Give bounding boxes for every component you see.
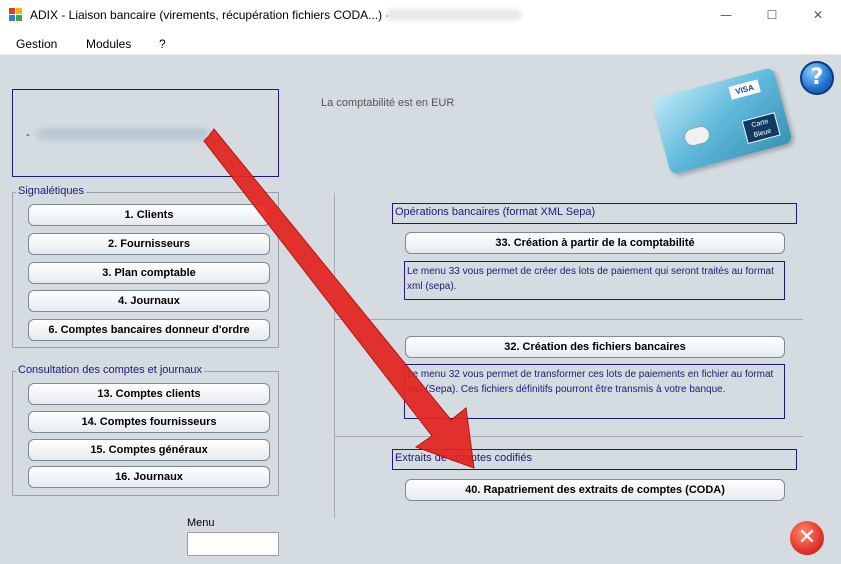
vertical-separator xyxy=(334,193,335,518)
menu32-description: Le menu 32 vous permet de transformer ce… xyxy=(404,364,785,419)
credit-card-icon: VISA Carte Bleue xyxy=(651,67,793,175)
close-icon[interactable]: ✕ xyxy=(790,521,824,555)
menu-label: Menu xyxy=(187,517,215,529)
window-title: ADIX - Liaison bancaire (virements, récu… xyxy=(30,8,390,22)
rapatriement-coda-button[interactable]: 40. Rapatriement des extraits de comptes… xyxy=(405,479,785,501)
comptes-generaux-button[interactable]: 15. Comptes généraux xyxy=(28,439,270,461)
carte-bleue-logo: Carte Bleue xyxy=(741,112,781,145)
maximize-button[interactable]: ☐ xyxy=(749,0,795,31)
window-close-button[interactable]: ✕ xyxy=(795,0,841,31)
menu-bar: Gestion Modules ? xyxy=(0,31,841,55)
extraits-title: Extraits de comptes codifiés xyxy=(392,449,797,470)
help-icon[interactable]: ? xyxy=(800,61,834,95)
journaux-button[interactable]: 4. Journaux xyxy=(28,290,270,312)
redacted-title-suffix xyxy=(386,9,522,21)
creation-comptabilite-button[interactable]: 33. Création à partir de la comptabilité xyxy=(405,232,785,254)
operations-title: Opérations bancaires (format XML Sepa) xyxy=(392,203,797,224)
comptes-bancaires-button[interactable]: 6. Comptes bancaires donneur d'ordre xyxy=(28,319,270,341)
menu-modules[interactable]: Modules xyxy=(86,37,131,51)
section-separator-2 xyxy=(335,436,803,437)
card-chip-icon xyxy=(682,123,712,149)
company-dash: - xyxy=(26,129,30,141)
redacted-company-name xyxy=(37,128,209,140)
company-info-box: - xyxy=(12,89,279,177)
comptes-fournisseurs-button[interactable]: 14. Comptes fournisseurs xyxy=(28,411,270,433)
signaletiques-title: Signalétiques xyxy=(16,185,87,197)
minimize-button[interactable]: — xyxy=(703,0,749,31)
creation-fichiers-button[interactable]: 32. Création des fichiers bancaires xyxy=(405,336,785,358)
consultation-title: Consultation des comptes et journaux xyxy=(16,364,205,376)
currency-info: La comptabilité est en EUR xyxy=(321,97,455,109)
section-separator-1 xyxy=(335,319,803,320)
clients-button[interactable]: 1. Clients xyxy=(28,204,270,226)
plan-comptable-button[interactable]: 3. Plan comptable xyxy=(28,262,270,284)
menu33-description: Le menu 33 vous permet de créer des lots… xyxy=(404,261,785,300)
app-icon xyxy=(9,8,23,22)
menu-help[interactable]: ? xyxy=(159,37,166,51)
title-bar: ADIX - Liaison bancaire (virements, récu… xyxy=(0,0,841,31)
menu-gestion[interactable]: Gestion xyxy=(16,37,57,51)
consultation-journaux-button[interactable]: 16. Journaux xyxy=(28,466,270,488)
comptes-clients-button[interactable]: 13. Comptes clients xyxy=(28,383,270,405)
fournisseurs-button[interactable]: 2. Fournisseurs xyxy=(28,233,270,255)
visa-logo: VISA xyxy=(728,79,761,100)
menu-input[interactable] xyxy=(187,532,279,556)
